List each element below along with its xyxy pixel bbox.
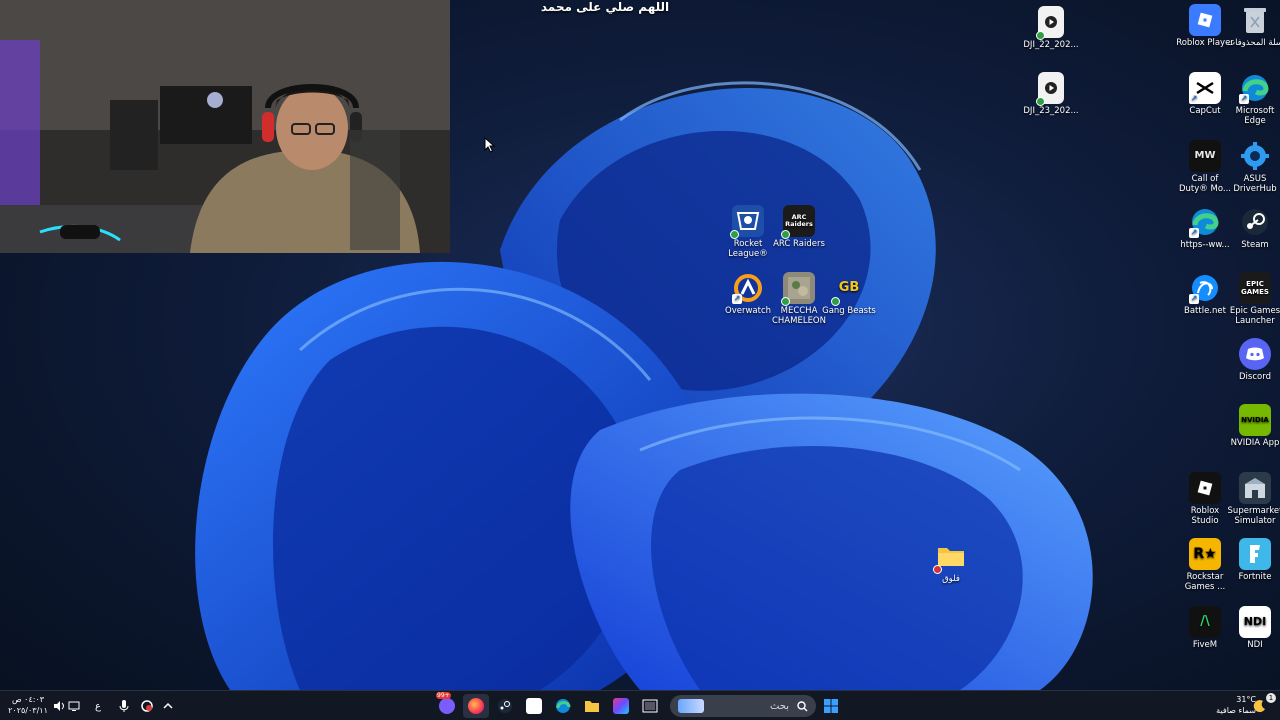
sync-status-icon (1036, 31, 1045, 40)
epic-games-shortcut[interactable]: EPIC GAMES Epic Games Launcher (1226, 272, 1280, 326)
taskbar-file-explorer[interactable] (579, 694, 605, 718)
battle-net-icon: ↗ (1189, 272, 1221, 304)
epic-games-icon: EPIC GAMES (1239, 272, 1271, 304)
roblox-icon (1189, 4, 1221, 36)
rocket-league-icon (730, 205, 764, 239)
shortcut-arrow-icon: ↗ (1189, 94, 1199, 104)
supermarket-icon (1239, 472, 1271, 504)
ndi-shortcut[interactable]: NDI NDI (1226, 606, 1280, 650)
folder-icon (585, 701, 599, 712)
recycle-bin-icon[interactable]: سلة المحذوفات (1226, 4, 1280, 48)
taskbar-chat-app[interactable]: 99+ (434, 692, 460, 718)
taskbar-m365[interactable] (608, 694, 634, 718)
search-highlight-icon (678, 699, 704, 713)
webcam-feed (0, 0, 450, 253)
sync-error-icon (933, 565, 942, 574)
chat-badge: 99+ (436, 692, 451, 699)
arc-raiders-icon: ARC Raiders (781, 205, 815, 239)
start-button[interactable] (818, 694, 844, 718)
taskbar-task-view[interactable] (637, 694, 663, 718)
webcam-overlay (0, 0, 450, 253)
arc-raiders-shortcut[interactable]: ARC Raiders ARC Raiders (770, 205, 828, 249)
steam-icon (1239, 206, 1271, 238)
capcut-icon: ↗ (1189, 72, 1221, 104)
taskbar-edge[interactable] (550, 694, 576, 718)
nvidia-icon: NVIDIA (1239, 404, 1271, 436)
ndi-icon: NDI (1239, 606, 1271, 638)
dji-22-video-file[interactable]: DJI_22_202... (1022, 6, 1080, 50)
steam-icon (498, 699, 512, 713)
video-file-icon (1036, 72, 1064, 106)
fortnite-icon (1239, 538, 1271, 570)
steam-shortcut[interactable]: Steam (1226, 206, 1280, 250)
taskbar: ٠٤:٠٣ ص ٢٠٢٥/٠٣/١١ ع 99+ بحث 31°C سماء ص… (0, 690, 1280, 720)
search-placeholder: بحث (769, 700, 789, 712)
chevron-up-icon[interactable] (160, 694, 176, 718)
asus-driverhub-shortcut[interactable]: ASUS DriverHub (1226, 140, 1280, 194)
edge-icon: ↗ (1189, 206, 1221, 238)
discord-shortcut[interactable]: Discord (1226, 338, 1280, 382)
trash-icon (1239, 4, 1271, 36)
rockstar-icon: R★ (1189, 538, 1221, 570)
clock-time: ٠٤:٠٣ ص (11, 695, 45, 704)
sync-status-icon (781, 230, 790, 239)
sync-status-icon (831, 297, 840, 306)
weather-temperature: 31°C (1236, 695, 1256, 704)
weather-description: سماء صافية (1216, 706, 1256, 715)
sync-status-icon (1036, 97, 1045, 106)
shortcut-arrow-icon: ↗ (1189, 294, 1199, 304)
meccha-chameleon-icon (781, 272, 815, 306)
overwatch-shortcut[interactable]: ↗ Overwatch (719, 272, 777, 316)
supermarket-simulator-shortcut[interactable]: Supermarket Simulator (1226, 472, 1280, 526)
discord-icon (1239, 338, 1271, 370)
sync-status-icon (730, 230, 739, 239)
video-file-icon (1036, 6, 1064, 40)
mouse-cursor (484, 137, 496, 153)
fivem-icon: /\ (1189, 606, 1221, 638)
gang-beasts-icon: GB (831, 272, 865, 306)
edge-icon: ↗ (1239, 72, 1271, 104)
clock-date: ٢٠٢٥/٠٣/١١ (8, 706, 48, 715)
m365-icon (613, 698, 629, 714)
search-bar[interactable]: بحث (670, 695, 816, 717)
rocket-league-shortcut[interactable]: Rocket League® (719, 205, 777, 259)
shortcut-arrow-icon: ↗ (732, 294, 742, 304)
overwatch-icon: ↗ (732, 272, 764, 304)
weather-widget[interactable]: 31°C سماء صافية (1206, 694, 1256, 716)
taskbar-firefox[interactable] (463, 694, 489, 718)
recording-icon[interactable] (138, 694, 156, 718)
language-indicator[interactable]: ع (90, 694, 106, 718)
store-icon (526, 698, 542, 714)
taskbar-store[interactable] (521, 694, 547, 718)
system-clock[interactable]: ٠٤:٠٣ ص ٢٠٢٥/٠٣/١١ (8, 694, 48, 716)
microsoft-edge-shortcut[interactable]: ↗ Microsoft Edge (1226, 72, 1280, 126)
shortcut-arrow-icon: ↗ (1189, 228, 1199, 238)
folder-vlog[interactable]: فلوق (922, 540, 980, 584)
edge-icon (556, 699, 571, 713)
microphone-icon[interactable] (116, 694, 132, 718)
search-icon (797, 700, 808, 711)
network-icon[interactable] (66, 694, 84, 718)
taskbar-steam[interactable] (492, 694, 518, 718)
roblox-player-shortcut[interactable]: Roblox Player (1176, 4, 1234, 48)
gang-beasts-shortcut[interactable]: GB Gang Beasts (820, 272, 878, 316)
chat-icon (439, 698, 455, 714)
task-view-icon (642, 699, 658, 713)
call-of-duty-icon: MW (1189, 140, 1221, 172)
gear-icon (1239, 140, 1271, 172)
roblox-studio-icon (1189, 472, 1221, 504)
firefox-icon (468, 698, 484, 714)
notification-badge[interactable]: 1 (1266, 693, 1276, 703)
shortcut-arrow-icon: ↗ (1239, 94, 1249, 104)
windows-icon (824, 699, 838, 713)
fortnite-shortcut[interactable]: Fortnite (1226, 538, 1280, 582)
desktop: اللهم صلي على محمد سلة المحذوفات Roblox … (0, 0, 1280, 690)
sync-status-icon (781, 297, 790, 306)
nvidia-app-shortcut[interactable]: NVIDIA NVIDIA App (1226, 404, 1280, 448)
folder-icon (933, 540, 967, 574)
overlay-caption: اللهم صلي على محمد (540, 0, 670, 14)
dji-23-video-file[interactable]: DJI_23_202... (1022, 72, 1080, 116)
